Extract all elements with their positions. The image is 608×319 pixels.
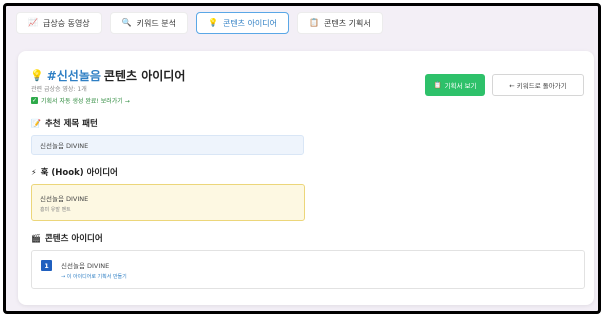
title-pattern-item: 신선놀음 DIVINE [31,135,304,155]
tab-bar: 📈 급상승 동영상 🔍 키워드 분석 💡 콘텐츠 아이디어 📋 콘텐츠 기획서 [16,12,383,34]
idea-title: 신선놀음 DIVINE [61,262,110,270]
related-videos-count: 관련 급상승 영상: 1개 [31,86,87,93]
content-ideas-heading: 🎬 콘텐츠 아이디어 [31,232,103,245]
search-icon: 🔍 [121,18,132,27]
idea-number-badge: 1 [41,260,52,271]
title-patterns-heading: 📝 추천 제목 패턴 [31,117,98,130]
tab-trending-videos[interactable]: 📈 급상승 동영상 [16,12,102,34]
tab-label: 콘텐츠 아이디어 [222,18,278,28]
content-idea-card: 1 신선놀음 DIVINE → 이 아이디어로 기획서 만들기 [31,250,585,289]
chart-icon: 📈 [28,18,38,27]
tab-content-plan[interactable]: 📋 콘텐츠 기획서 [297,12,383,34]
clapper-icon: 🎬 [31,233,41,243]
tab-keyword-analysis[interactable]: 🔍 키워드 분석 [109,12,188,34]
tab-content-ideas[interactable]: 💡 콘텐츠 아이디어 [195,12,290,34]
title-suffix: 콘텐츠 아이디어 [103,69,186,83]
lightbulb-icon: 💡 [30,69,44,82]
tab-label: 콘텐츠 기획서 [323,18,371,28]
section-heading-text: 추천 제목 패턴 [44,119,98,129]
main-card: 💡 #신선놀음 콘텐츠 아이디어 관련 급상승 영상: 1개 ✓ 기획서 자동 … [18,51,594,305]
lightbulb-icon: 💡 [207,18,218,27]
keyword-hashtag: #신선놀음 [46,69,101,83]
section-heading-text: 훅 (Hook) 아이디어 [40,168,118,178]
hook-ideas-heading: ⚡ 훅 (Hook) 아이디어 [31,166,118,179]
create-plan-from-idea-link[interactable]: → 이 아이디어로 기획서 만들기 [61,273,127,280]
tab-label: 급상승 동영상 [42,18,90,28]
clipboard-icon: 📋 [433,81,442,89]
back-to-keyword-button[interactable]: ← 키워드로 돌아가기 [492,74,584,96]
view-plan-label: 기획서 보기 [444,82,477,90]
app-window: 📈 급상승 동영상 🔍 키워드 분석 💡 콘텐츠 아이디어 📋 콘텐츠 기획서 … [3,3,601,314]
check-icon: ✓ [31,97,38,104]
lightning-icon: ⚡ [31,167,37,177]
plan-ready-link[interactable]: ✓ 기획서 자동 생성 완료! 보러가기 → [31,96,130,105]
tab-label: 키워드 분석 [136,18,176,28]
plan-ready-text: 기획서 자동 생성 완료! 보러가기 → [41,98,130,105]
hook-idea-card: 신선놀음 DIVINE 흥미 유발 멘트 [31,184,305,221]
hook-title: 신선놀음 DIVINE [40,195,89,203]
view-plan-button[interactable]: 📋 기획서 보기 [425,74,485,96]
hook-subtitle: 흥미 유발 멘트 [40,207,71,213]
clipboard-icon: 📋 [309,18,319,27]
memo-icon: 📝 [31,118,41,128]
section-heading-text: 콘텐츠 아이디어 [44,234,103,244]
page-title: 💡 #신선놀음 콘텐츠 아이디어 [30,67,185,84]
